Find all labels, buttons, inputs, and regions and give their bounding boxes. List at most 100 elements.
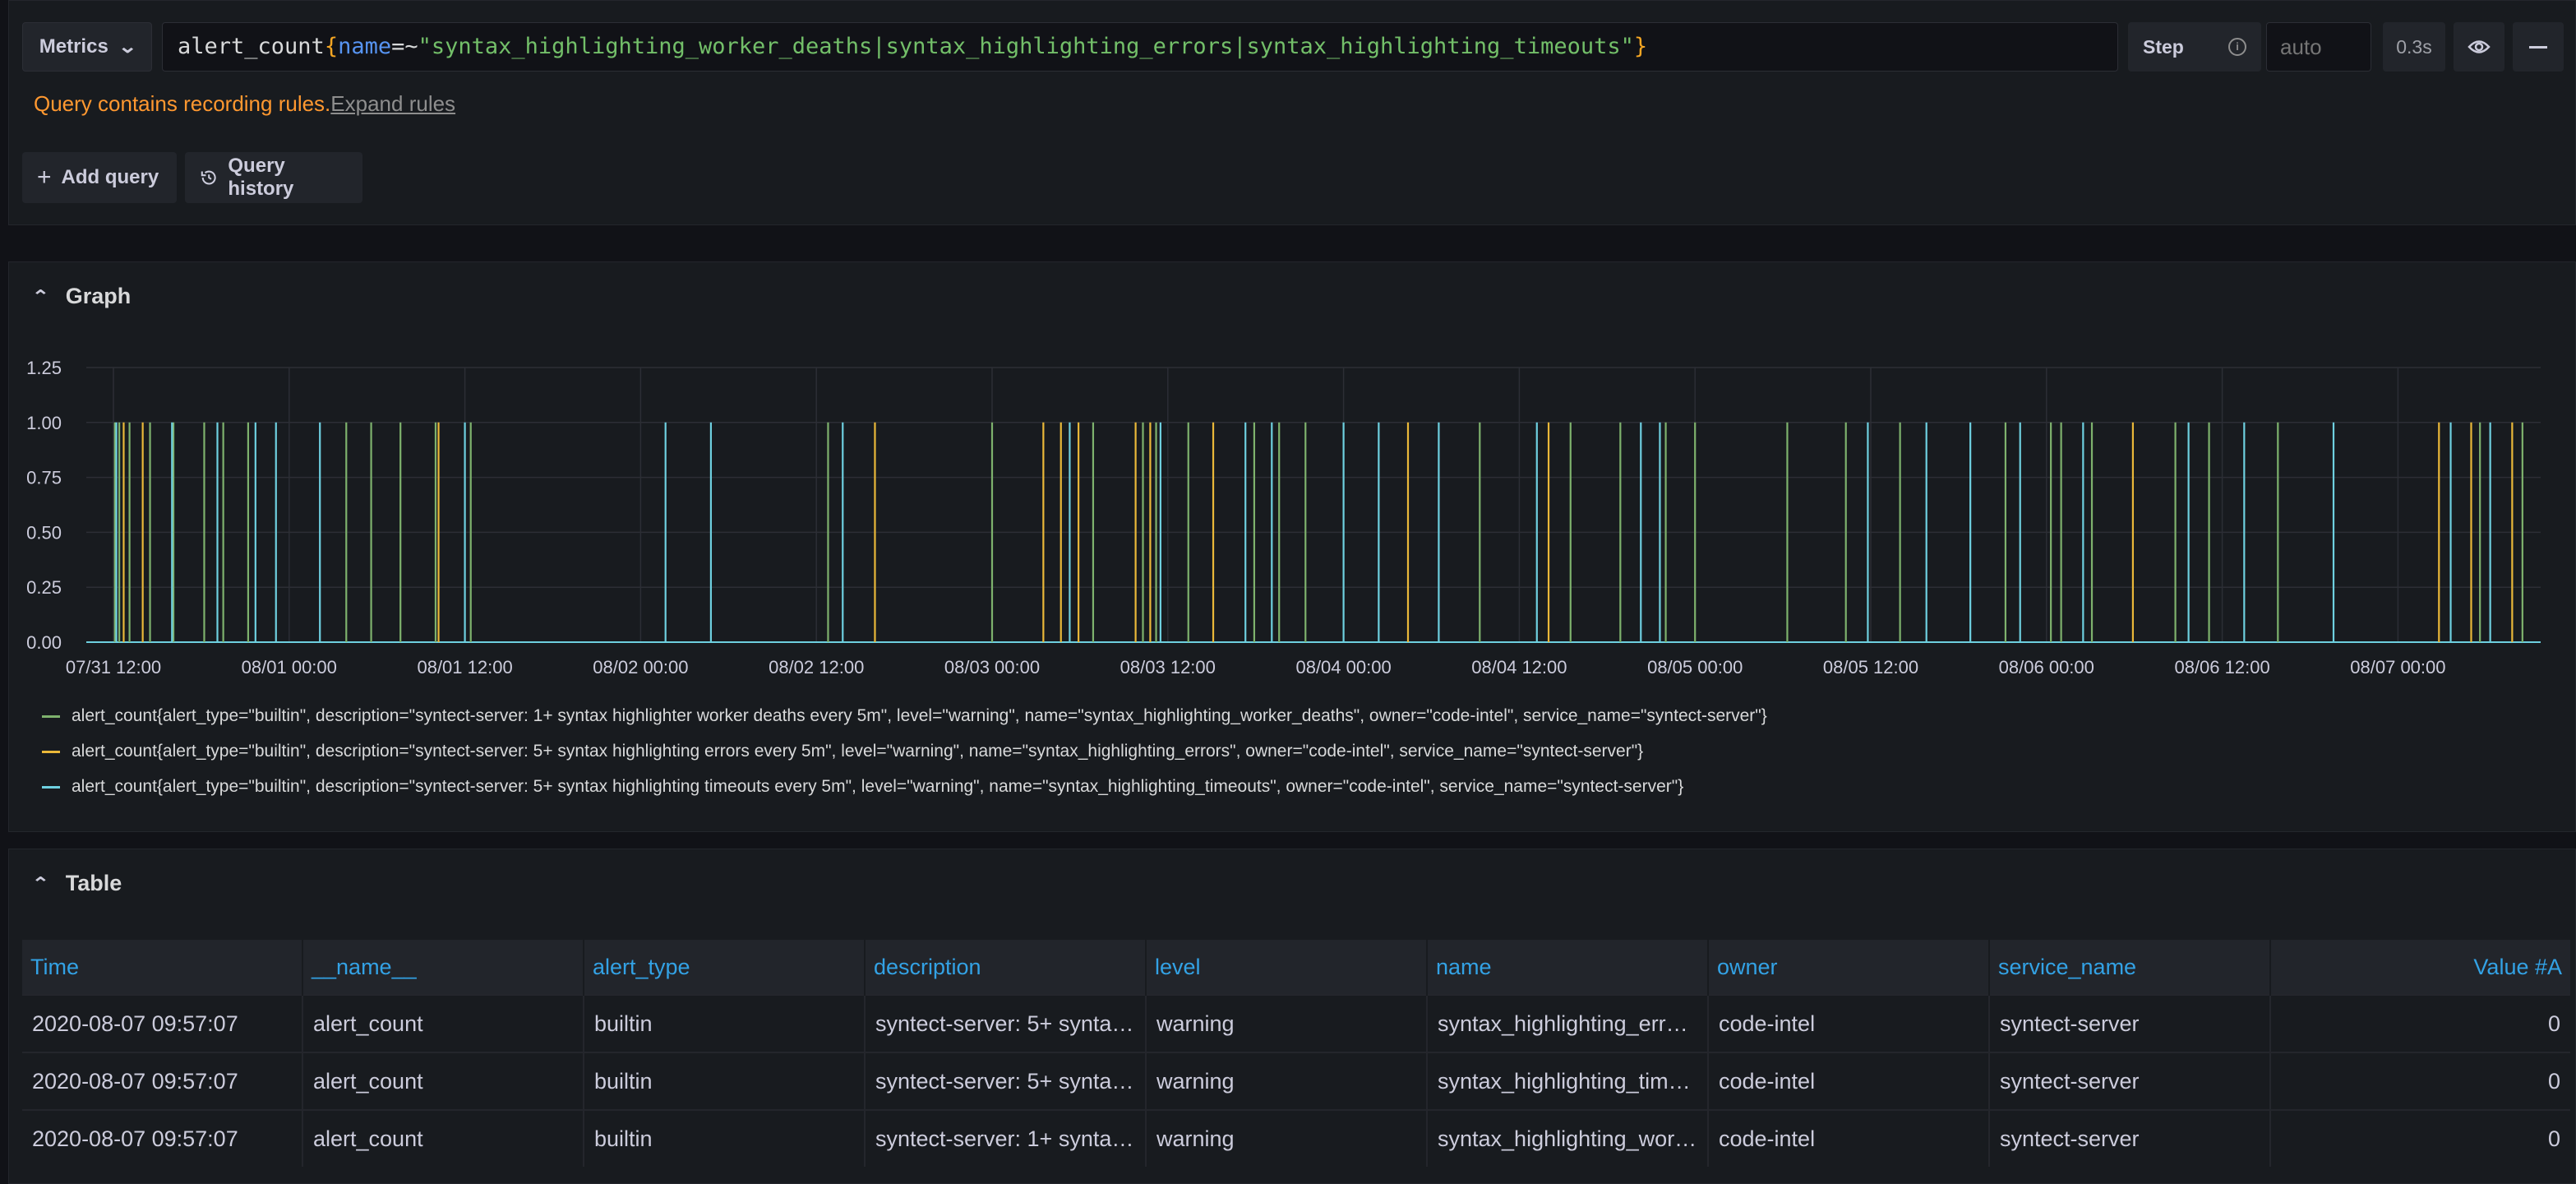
table-cell: code-intel [1708,1109,1990,1167]
x-tick-label: 08/05 00:00 [1647,657,1743,678]
query-metric: alert_count [178,34,325,59]
step-label: Step [2143,35,2184,58]
query-editor-panel: Metrics ⌄ alert_count{name=~"syntax_high… [8,0,2576,225]
table-cell: warning [1146,1052,1428,1110]
chevron-up-icon: ⌃ [31,875,50,893]
step-input[interactable] [2266,22,2371,72]
x-tick-label: 08/06 00:00 [1999,657,2094,678]
table-cell: syntax_highlighting_wor… [1427,1109,1709,1167]
table-cell: 2020-08-07 09:57:07 [22,1052,303,1110]
column-header[interactable]: __name__ [302,940,584,995]
table-cell: syntect-server: 5+ synta… [865,994,1147,1052]
table-cell: builtin [584,1109,866,1167]
expand-rules-link[interactable]: Expand rules [330,91,455,116]
table-cell: syntax_highlighting_err… [1427,994,1709,1052]
column-header[interactable]: name [1427,940,1709,995]
table-title: Table [65,871,122,895]
rules-warning-text: Query contains recording rules. [34,91,331,116]
x-tick-label: 08/02 12:00 [769,657,864,678]
query-close-brace: } [1633,34,1648,59]
query-label: name [338,34,392,59]
table-section-header[interactable]: ⌃ Table [31,871,122,896]
results-table: Time __name__ alert_type description lev… [22,940,2570,1167]
toggle-visibility-button[interactable] [2454,22,2504,72]
column-header[interactable]: Value #A [2270,940,2570,995]
table-header-row: Time __name__ alert_type description lev… [22,940,2570,995]
table-row: 2020-08-07 09:57:07 alert_count builtin … [22,1052,2570,1110]
legend-item[interactable]: alert_count{alert_type="builtin", descri… [42,742,1643,761]
query-value: "syntax_highlighting_worker_deaths|synta… [418,34,1634,59]
legend-label: alert_count{alert_type="builtin", descri… [72,777,1684,796]
x-tick-label: 08/07 00:00 [2350,657,2445,678]
x-tick-label: 08/05 12:00 [1823,657,1918,678]
step-label-box: Step i [2128,22,2261,72]
legend-swatch [42,715,60,718]
query-history-button[interactable]: Query history [185,152,362,203]
legend-swatch [42,750,60,753]
query-history-label: Query history [228,155,294,200]
x-tick-label: 08/01 12:00 [417,657,512,678]
table-cell: syntect-server [1989,1109,2271,1167]
column-header[interactable]: service_name [1989,940,2271,995]
column-header[interactable]: alert_type [584,940,866,995]
minus-icon [2529,45,2547,49]
y-tick-label: 0.00 [26,632,62,653]
table-cell: builtin [584,994,866,1052]
table-cell: warning [1146,994,1428,1052]
chevron-down-icon: ⌄ [118,36,137,57]
eye-icon [2468,40,2491,53]
x-tick-label: 08/06 12:00 [2174,657,2269,678]
legend-swatch [42,785,60,789]
table-cell: syntect-server [1989,1052,2271,1110]
table-cell: 2020-08-07 09:57:07 [22,1109,303,1167]
y-tick-label: 1.25 [26,358,62,378]
info-icon[interactable]: i [2228,38,2246,56]
add-query-label: Add query [61,166,159,188]
table-cell: 0 [2270,1052,2570,1110]
plus-icon: + [37,164,52,191]
graph-panel: ⌃ Graph 0.00 0.25 0.50 0.75 1.00 1.25 07/31 12… [8,261,2576,832]
table-cell: warning [1146,1109,1428,1167]
table-cell: 2020-08-07 09:57:07 [22,994,303,1052]
legend-item[interactable]: alert_count{alert_type="builtin", descri… [42,777,1683,797]
legend-label: alert_count{alert_type="builtin", descri… [72,706,1767,725]
table-cell: alert_count [302,1052,584,1110]
query-open-brace: { [324,34,339,59]
table-cell: builtin [584,1052,866,1110]
x-tick-label: 08/01 00:00 [242,657,337,678]
query-time-badge: 0.3s [2383,22,2445,72]
table-cell: alert_count [302,994,584,1052]
x-tick-label: 08/03 00:00 [944,657,1040,678]
history-icon [201,170,216,185]
column-header[interactable]: Time [22,940,303,995]
table-cell: syntax_highlighting_tim… [1427,1052,1709,1110]
table-row: 2020-08-07 09:57:07 alert_count builtin … [22,994,2570,1052]
legend-item[interactable]: alert_count{alert_type="builtin", descri… [42,706,1767,726]
table-panel: ⌃ Table Time __name__ alert_type descrip… [8,849,2576,1184]
table-cell: 0 [2270,1109,2570,1167]
x-tick-label: 08/04 00:00 [1295,657,1391,678]
column-header[interactable]: owner [1708,940,1990,995]
table-cell: alert_count [302,1109,584,1167]
column-header[interactable]: level [1146,940,1428,995]
table-cell: code-intel [1708,994,1990,1052]
column-header[interactable]: description [865,940,1147,995]
y-tick-label: 0.75 [26,468,62,488]
table-cell: syntect-server: 1+ synta… [865,1109,1147,1167]
legend-label: alert_count{alert_type="builtin", descri… [72,742,1644,761]
query-operator: =~ [391,34,418,59]
table-cell: 0 [2270,994,2570,1052]
remove-query-button[interactable] [2513,22,2564,72]
y-tick-label: 1.00 [26,413,62,433]
table-cell: syntect-server [1989,994,2271,1052]
x-tick-label: 08/04 12:00 [1471,657,1567,678]
y-tick-label: 0.50 [26,522,62,543]
query-input[interactable]: alert_count{name=~"syntax_highlighting_w… [162,22,2118,72]
add-query-button[interactable]: + Add query [22,152,177,203]
datasource-label: Metrics [39,35,108,58]
table-cell: code-intel [1708,1052,1990,1110]
recording-rules-notice: Query contains recording rules.Expand ru… [34,91,455,117]
datasource-picker[interactable]: Metrics ⌄ [22,22,152,72]
y-tick-label: 0.25 [26,577,62,598]
x-tick-label: 07/31 12:00 [66,657,161,678]
